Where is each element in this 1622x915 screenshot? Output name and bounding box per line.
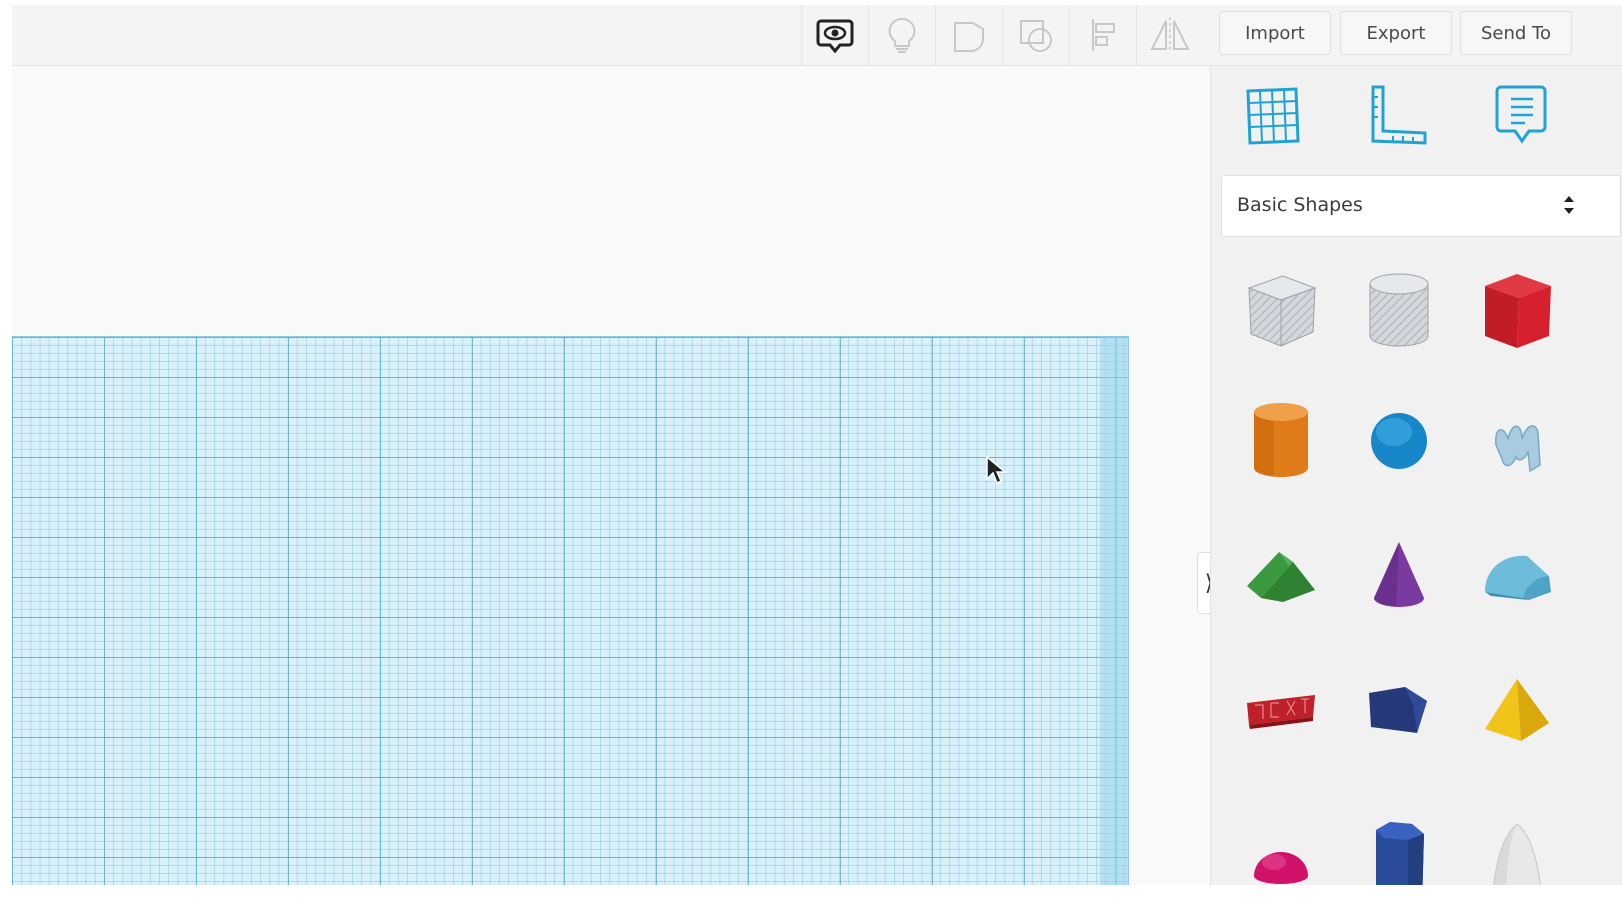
shape-category-label: Basic Shapes xyxy=(1237,194,1363,216)
send-to-button[interactable]: Send To xyxy=(1460,11,1572,55)
cylinder-hole-icon[interactable] xyxy=(1349,261,1449,361)
pyramid-icon[interactable] xyxy=(1467,661,1567,761)
ruler-icon[interactable] xyxy=(1352,80,1442,150)
mirror-icon[interactable] xyxy=(1136,5,1203,65)
hexagonal-prism-icon[interactable] xyxy=(1349,811,1449,885)
scribble-icon[interactable] xyxy=(1467,391,1567,491)
sphere-icon[interactable] xyxy=(1349,391,1449,491)
workplane-grid[interactable] xyxy=(12,336,1129,885)
shapes-panel: Basic Shapes xyxy=(1210,66,1622,885)
workplane-grid-icon[interactable] xyxy=(1227,80,1317,150)
group-icon[interactable] xyxy=(935,5,1002,65)
top-toolbar: Import Export Send To xyxy=(12,5,1622,66)
workplane-edge xyxy=(1100,337,1128,885)
paraboloid-icon[interactable] xyxy=(1467,811,1567,885)
eye-speech-bubble-icon[interactable] xyxy=(801,5,868,65)
polygon-icon[interactable] xyxy=(1349,661,1449,761)
shape-category-select[interactable]: Basic Shapes xyxy=(1221,175,1621,237)
half-sphere-icon[interactable] xyxy=(1231,811,1331,885)
text-icon[interactable] xyxy=(1231,661,1331,761)
align-icon[interactable] xyxy=(1069,5,1136,65)
box-icon[interactable] xyxy=(1467,261,1567,361)
3d-viewport[interactable] xyxy=(12,66,1207,885)
select-arrows-icon xyxy=(1564,196,1574,214)
roof-icon[interactable] xyxy=(1231,526,1331,626)
ungroup-icon[interactable] xyxy=(1002,5,1069,65)
import-button[interactable]: Import xyxy=(1219,11,1331,55)
lightbulb-icon[interactable] xyxy=(868,5,935,65)
tinkercad-window: Import Export Send To ⟩ Basic Shapes xyxy=(12,5,1622,885)
cone-icon[interactable] xyxy=(1349,526,1449,626)
export-button[interactable]: Export xyxy=(1340,11,1452,55)
round-roof-icon[interactable] xyxy=(1467,526,1567,626)
mouse-cursor-icon xyxy=(986,455,1007,485)
notes-icon[interactable] xyxy=(1477,80,1567,150)
box-hole-icon[interactable] xyxy=(1231,261,1331,361)
cylinder-icon[interactable] xyxy=(1231,391,1331,491)
